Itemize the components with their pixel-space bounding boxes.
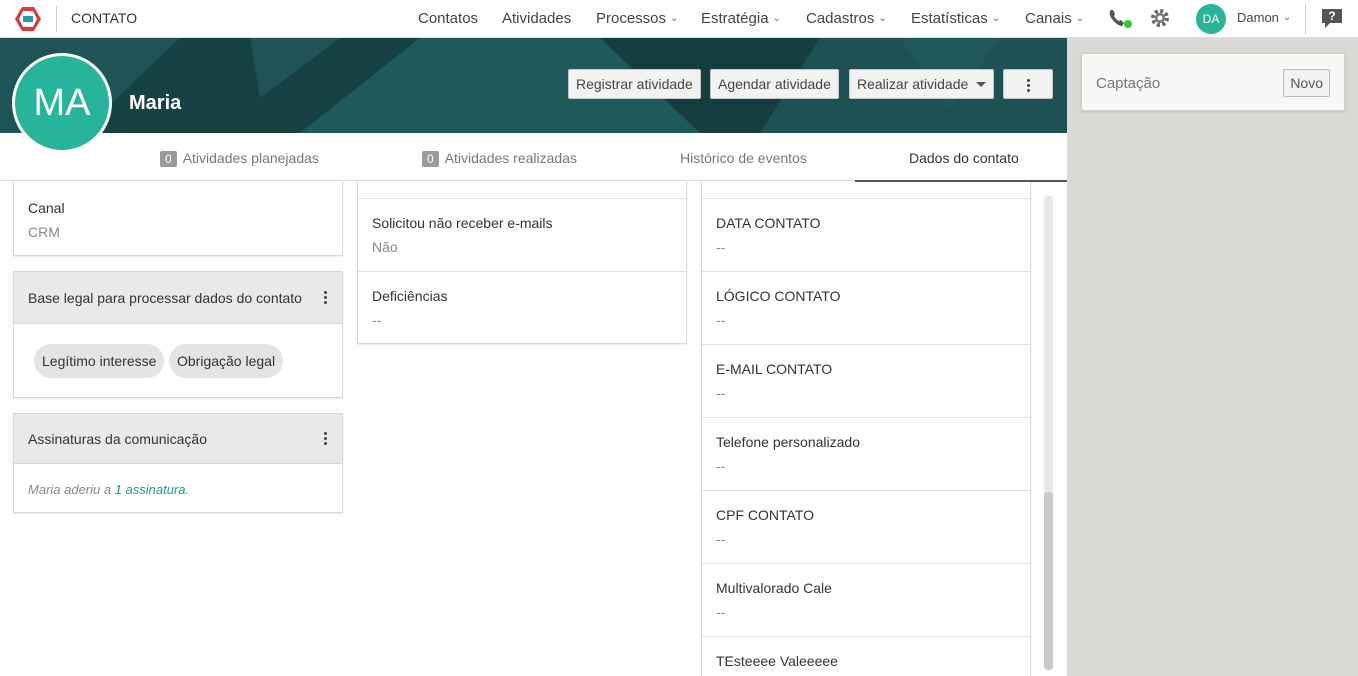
tab-contact-data[interactable]: Dados do contato — [909, 150, 1019, 166]
field-row: Telefone personalizado -- — [702, 417, 1030, 490]
chip-legitimate-interest[interactable]: Legítimo interesse — [34, 344, 165, 378]
chevron-down-icon: ⌄ — [1282, 12, 1292, 23]
contact-name: Maria — [129, 92, 182, 114]
divider — [56, 6, 57, 32]
field-row: E-MAIL CONTATO -- — [702, 344, 1030, 417]
field-label: E-MAIL CONTATO — [716, 361, 833, 377]
field-value: -- — [716, 458, 726, 474]
tab-completed-activities[interactable]: 0 Atividades realizadas — [422, 150, 577, 167]
app-title: CONTATO — [71, 10, 138, 26]
card-header: Base legal para processar dados do conta… — [14, 272, 342, 324]
field-value: -- — [716, 312, 726, 328]
chevron-down-icon: ⌄ — [670, 13, 679, 24]
field-row: CPF CONTATO -- — [702, 490, 1030, 563]
captacao-card: Captação Novo — [1081, 53, 1345, 111]
subscriptions-card: Assinaturas da comunicação Maria aderiu … — [13, 413, 343, 513]
nav-atividades[interactable]: Atividades — [502, 10, 571, 27]
subscriptions-link[interactable]: 1 assinatura — [115, 482, 186, 497]
kebab-icon[interactable] — [324, 291, 328, 306]
perform-activity-dropdown[interactable]: Realizar atividade — [849, 69, 995, 99]
field-row: Deficiências -- — [358, 271, 686, 344]
chevron-down-icon: ⌄ — [991, 13, 1001, 24]
register-activity-button[interactable]: Registrar atividade — [568, 69, 701, 99]
nav-canais[interactable]: Canais ⌄ — [1025, 10, 1084, 27]
schedule-activity-button[interactable]: Agendar atividade — [710, 69, 839, 99]
nav-estrategia[interactable]: Estratégia ⌄ — [701, 10, 781, 27]
field-value: -- — [716, 239, 726, 255]
scrollbar-thumb[interactable] — [1044, 492, 1053, 670]
user-menu[interactable]: Damon ⌄ — [1237, 10, 1291, 25]
svg-text:?: ? — [1328, 9, 1335, 23]
canal-card: Canal CRM — [13, 182, 343, 256]
count-badge: 0 — [422, 151, 439, 167]
field-label: DATA CONTATO — [716, 215, 821, 231]
card-title: Assinaturas da comunicação — [28, 431, 207, 447]
divider — [1305, 4, 1306, 34]
card-title: Base legal para processar dados do conta… — [28, 290, 302, 306]
phone-icon[interactable] — [1108, 8, 1134, 30]
middle-fields-card: Solicitou não receber e-mails Não Defici… — [357, 182, 687, 344]
kebab-icon — [1026, 78, 1030, 92]
chip-legal-obligation[interactable]: Obrigação legal — [169, 344, 284, 378]
more-actions-button[interactable] — [1003, 69, 1053, 99]
field-row: DATA CONTATO -- — [702, 198, 1030, 271]
field-row: Solicitou não receber e-mails Não — [358, 198, 686, 271]
tab-planned-activities[interactable]: 0 Atividades planejadas — [160, 150, 319, 167]
gear-icon[interactable] — [1150, 8, 1170, 28]
chevron-down-icon: ⌄ — [1075, 13, 1085, 24]
kebab-icon[interactable] — [324, 432, 328, 447]
chevron-down-icon: ⌄ — [878, 13, 887, 24]
side-panel — [1067, 38, 1358, 676]
field-label: TEsteeee Valeeeee — [716, 653, 838, 669]
field-label: Multivalorado Cale — [716, 580, 832, 596]
custom-fields-card: DATA CONTATO -- LÓGICO CONTATO -- E-MAIL… — [701, 182, 1031, 676]
count-badge: 0 — [160, 151, 177, 167]
help-icon[interactable]: ? — [1320, 7, 1344, 29]
field-label: LÓGICO CONTATO — [716, 288, 841, 304]
app-logo-icon[interactable] — [14, 6, 42, 32]
field-value: -- — [716, 604, 726, 620]
tab-event-history[interactable]: Histórico de eventos — [680, 150, 807, 166]
nav-estatisticas[interactable]: Estatísticas ⌄ — [911, 10, 1000, 27]
chevron-down-icon: ⌄ — [772, 13, 781, 24]
field-value: -- — [372, 312, 382, 328]
user-avatar[interactable]: DA — [1196, 4, 1226, 34]
top-navbar: CONTATO Contatos Atividades Processos ⌄ E… — [0, 0, 1358, 38]
field-label: Solicitou não receber e-mails — [372, 215, 553, 231]
field-label: Deficiências — [372, 288, 448, 304]
contact-tabs: 0 Atividades planejadas 0 Atividades reali… — [0, 133, 1067, 181]
new-button[interactable]: Novo — [1283, 69, 1330, 97]
field-value: -- — [716, 385, 726, 401]
field-row: Multivalorado Cale -- — [702, 563, 1030, 636]
legal-chips: Legítimo interesse Obrigação legal — [14, 324, 342, 398]
captacao-title: Captação — [1096, 75, 1161, 92]
contact-data-content: Canal CRM Base legal para processar dado… — [0, 182, 1067, 676]
nav-contatos[interactable]: Contatos — [418, 10, 478, 27]
field-value: Não — [372, 239, 398, 255]
contact-avatar: MA — [12, 53, 112, 153]
field-value: -- — [716, 531, 726, 547]
subscriptions-text: Maria aderiu a 1 assinatura. — [28, 482, 190, 497]
caret-down-icon — [976, 82, 987, 87]
legal-basis-card: Base legal para processar dados do conta… — [13, 271, 343, 398]
field-label: Canal — [28, 200, 65, 216]
field-value: CRM — [28, 224, 60, 240]
field-label: Telefone personalizado — [716, 434, 860, 450]
card-header: Assinaturas da comunicação — [14, 414, 342, 464]
field-row: TEsteeee Valeeeee — [702, 636, 1030, 676]
nav-cadastros[interactable]: Cadastros ⌄ — [806, 10, 887, 27]
field-label: CPF CONTATO — [716, 507, 814, 523]
field-row: LÓGICO CONTATO -- — [702, 271, 1030, 344]
nav-processos[interactable]: Processos ⌄ — [596, 10, 678, 27]
